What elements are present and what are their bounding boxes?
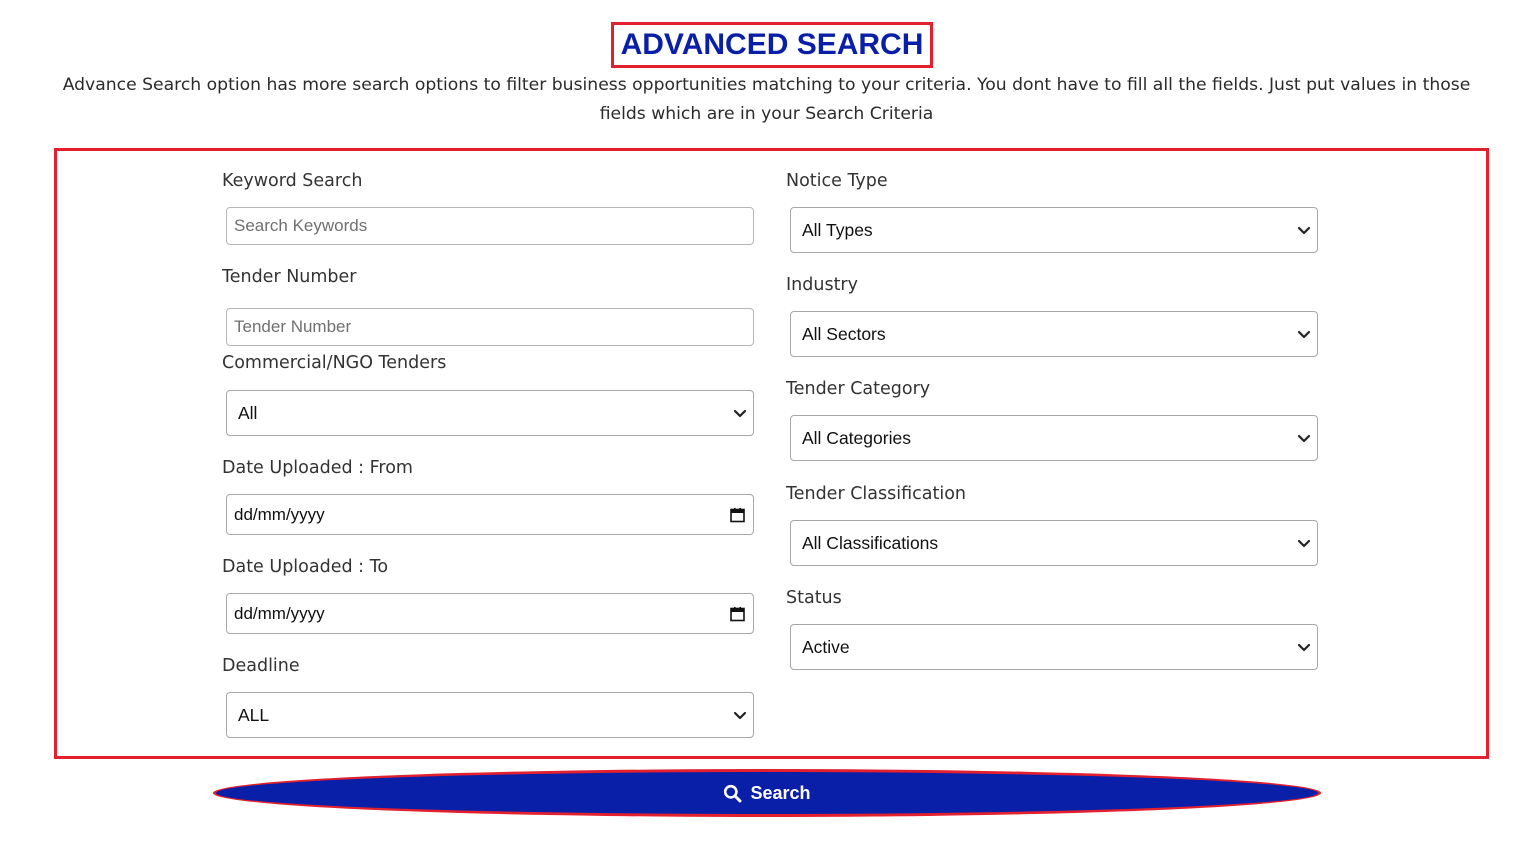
status-select[interactable]: Active bbox=[790, 624, 1318, 670]
tender-category-value: All Categories bbox=[802, 427, 911, 448]
chevron-down-icon bbox=[1297, 330, 1311, 339]
keyword-search-input[interactable]: Search Keywords bbox=[226, 207, 754, 245]
status-label: Status bbox=[786, 588, 842, 608]
industry-label: Industry bbox=[786, 275, 858, 295]
search-button-label: Search bbox=[750, 782, 811, 803]
chevron-down-icon bbox=[733, 409, 747, 418]
tender-category-label: Tender Category bbox=[786, 379, 931, 399]
commercial-ngo-label: Commercial/NGO Tenders bbox=[222, 353, 447, 373]
tender-number-label: Tender Number bbox=[222, 267, 357, 287]
date-from-value: dd/mm/yyyy bbox=[234, 504, 325, 524]
tender-classification-value: All Classifications bbox=[802, 532, 939, 553]
date-to-value: dd/mm/yyyy bbox=[234, 603, 325, 623]
tender-number-input[interactable]: Tender Number bbox=[226, 308, 754, 346]
deadline-select[interactable]: ALL bbox=[226, 692, 754, 738]
tender-category-select[interactable]: All Categories bbox=[790, 415, 1318, 461]
chevron-down-icon bbox=[1297, 643, 1311, 652]
tender-classification-select[interactable]: All Classifications bbox=[790, 520, 1318, 566]
search-icon bbox=[724, 784, 742, 802]
keyword-search-label: Keyword Search bbox=[222, 171, 363, 191]
search-button-content: Search bbox=[723, 782, 811, 804]
tender-classification-label: Tender Classification bbox=[786, 484, 966, 504]
date-to-input[interactable]: dd/mm/yyyy bbox=[226, 593, 754, 634]
deadline-label: Deadline bbox=[222, 656, 300, 676]
chevron-down-icon bbox=[733, 711, 747, 720]
keyword-search-placeholder: Search Keywords bbox=[234, 216, 368, 235]
deadline-value: ALL bbox=[238, 704, 270, 725]
page-title-box: ADVANCED SEARCH bbox=[611, 22, 933, 68]
chevron-down-icon bbox=[1297, 539, 1311, 548]
tender-number-placeholder: Tender Number bbox=[234, 317, 352, 336]
chevron-down-icon bbox=[1297, 434, 1311, 443]
calendar-icon[interactable] bbox=[730, 606, 745, 621]
commercial-ngo-value: All bbox=[238, 402, 258, 423]
search-button[interactable]: Search bbox=[213, 769, 1321, 817]
date-from-label: Date Uploaded : From bbox=[222, 458, 413, 478]
calendar-icon[interactable] bbox=[730, 507, 745, 522]
status-value: Active bbox=[802, 636, 850, 657]
notice-type-label: Notice Type bbox=[786, 171, 888, 191]
page-description: Advance Search option has more search op… bbox=[62, 75, 1471, 124]
notice-type-select[interactable]: All Types bbox=[790, 207, 1318, 253]
notice-type-value: All Types bbox=[802, 219, 873, 240]
chevron-down-icon bbox=[1297, 226, 1311, 235]
industry-select[interactable]: All Sectors bbox=[790, 311, 1318, 357]
date-to-label: Date Uploaded : To bbox=[222, 557, 389, 577]
page-title: ADVANCED SEARCH bbox=[620, 28, 924, 61]
industry-value: All Sectors bbox=[802, 323, 886, 344]
date-from-input[interactable]: dd/mm/yyyy bbox=[226, 494, 754, 535]
commercial-ngo-select[interactable]: All bbox=[226, 390, 754, 436]
